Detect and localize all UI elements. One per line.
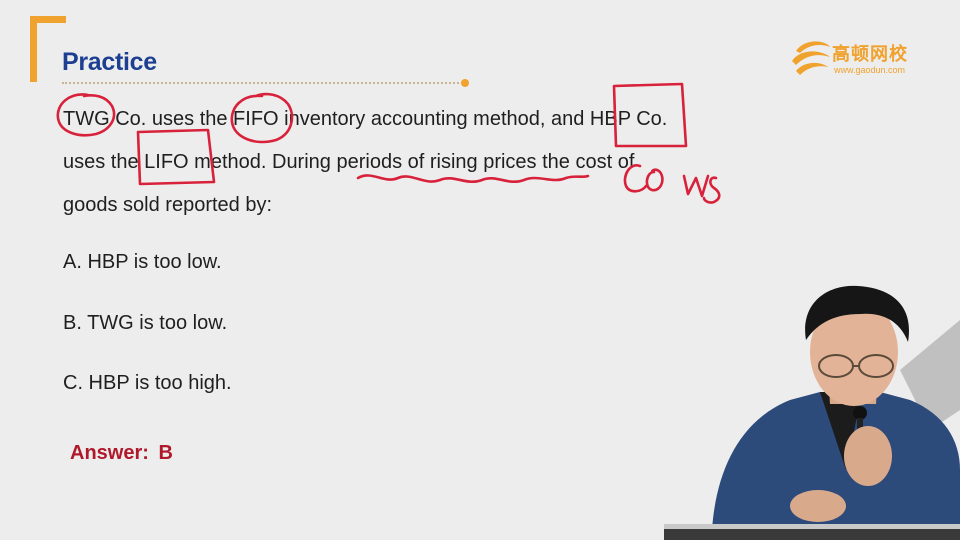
presenter-figure [664, 285, 960, 540]
presenter-video-overlay [664, 285, 960, 540]
